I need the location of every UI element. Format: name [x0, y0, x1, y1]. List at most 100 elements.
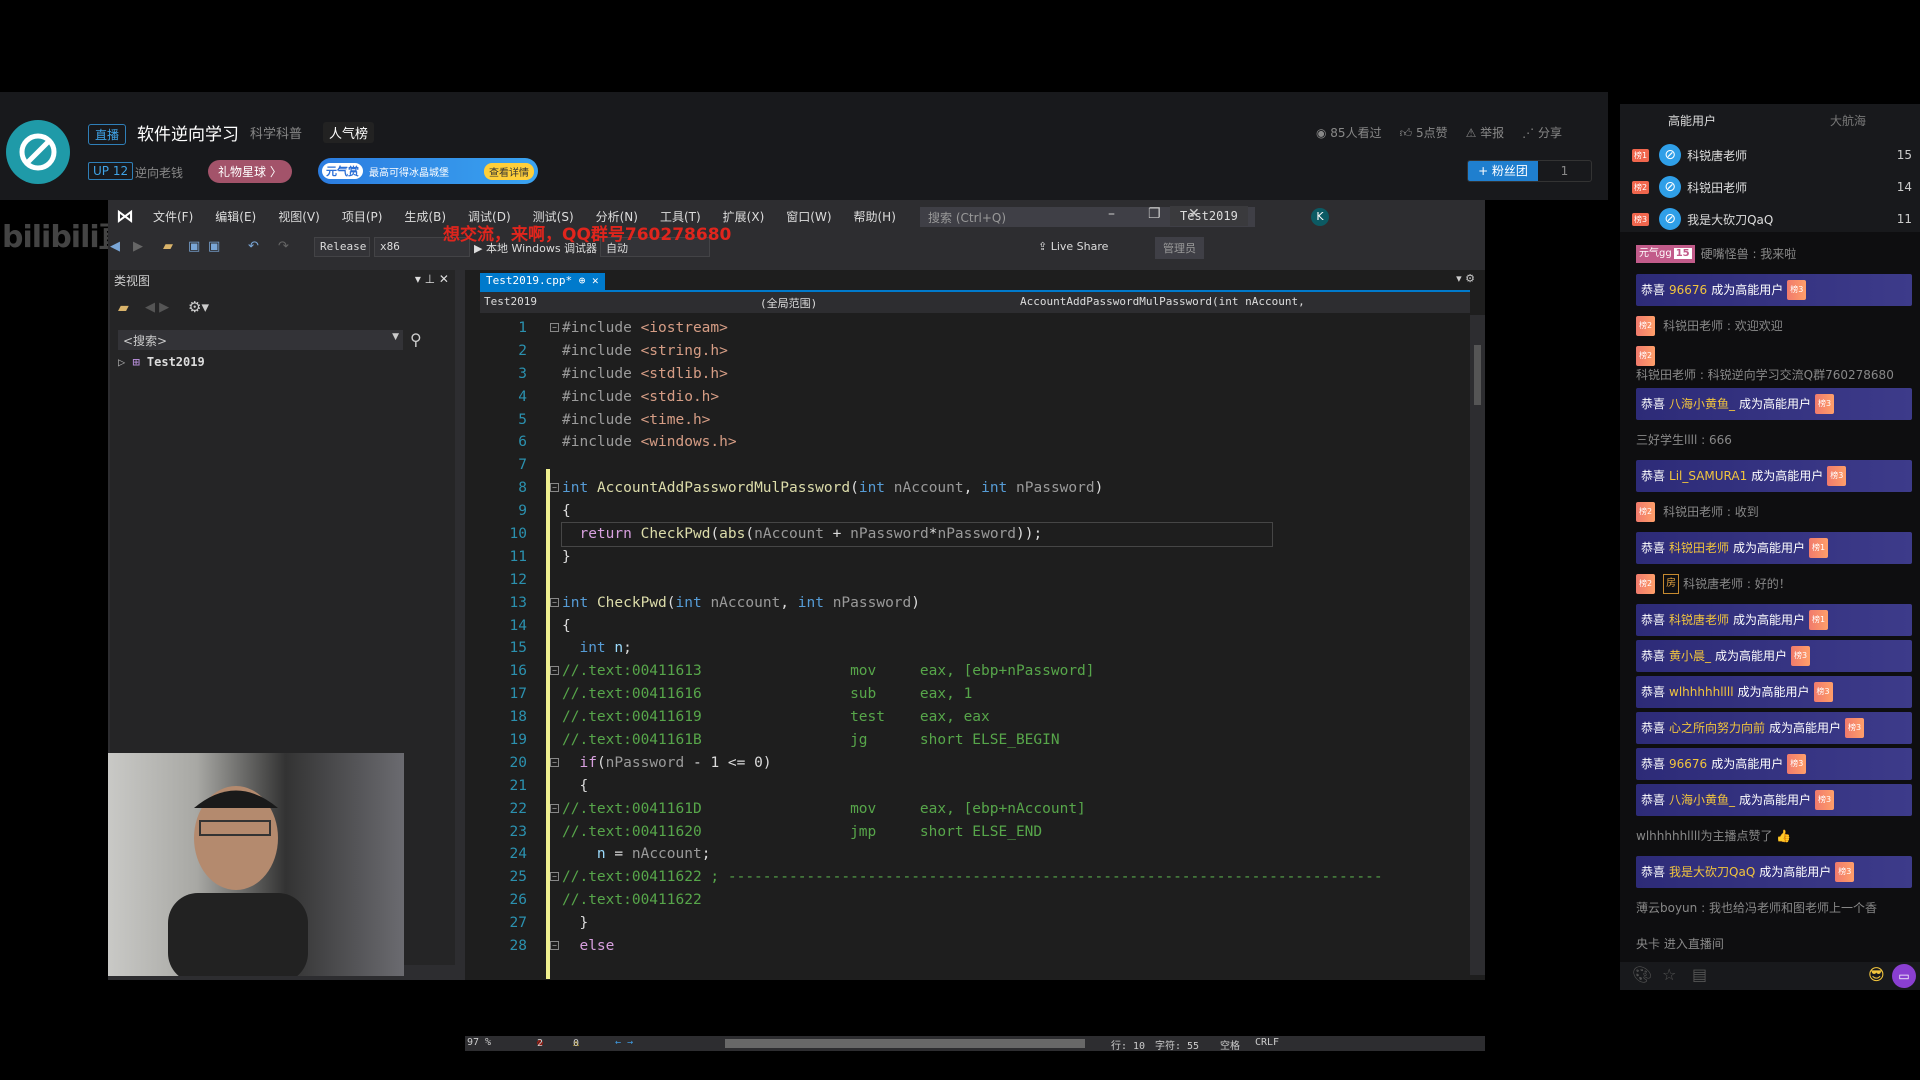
code-line[interactable]: 11} — [465, 546, 1470, 569]
rank-row[interactable]: 榜2 ⊘ 科锐田老师 14 — [1632, 174, 1912, 200]
banner-user[interactable]: 96676 — [1669, 755, 1707, 773]
nav-back-icon[interactable]: ◀︎ ▶︎ — [145, 300, 169, 315]
emoji-icon[interactable]: 😎 — [1868, 965, 1885, 984]
code-editor[interactable]: Test2019.cpp* ⊕ ✕ ▾ ⚙ Test2019 (全局范围) Ac… — [465, 270, 1485, 1052]
menu-item[interactable]: 项目(P) — [331, 208, 394, 225]
code-line[interactable]: 21 { — [465, 775, 1470, 798]
fold-toggle-icon[interactable]: − — [550, 941, 559, 951]
code-line[interactable]: 1 − #include <iostream> — [465, 317, 1470, 340]
code-line[interactable]: 20 − if(nPassword - 1 <= 0) — [465, 752, 1470, 775]
rank-row[interactable]: 榜3 ⊘ 我是大砍刀QaQ 11 — [1632, 206, 1912, 232]
streamer-avatar[interactable] — [6, 120, 70, 184]
star-icon[interactable]: ☆ — [1662, 965, 1676, 984]
code-line[interactable]: 6 #include <windows.h> — [465, 431, 1470, 454]
project-dropdown[interactable]: Test2019 — [484, 295, 537, 308]
code-line[interactable]: 22 −//.text:0041161D mov eax, [ebp+nAccou… — [465, 798, 1470, 821]
chat-bubble-icon[interactable]: ▭ — [1892, 964, 1916, 988]
code-line[interactable]: 3 #include <stdlib.h> — [465, 363, 1470, 386]
banner-user[interactable]: 心之所向努力向前 — [1669, 719, 1765, 737]
class-view-search-input[interactable]: <搜索> ▼ — [118, 330, 403, 350]
code-line[interactable]: 9{ — [465, 500, 1470, 523]
palette-icon[interactable]: 🎨︎ — [1632, 965, 1652, 984]
banner-user[interactable]: 八海小黄鱼_ — [1669, 791, 1735, 809]
expand-arrow-icon[interactable]: ▷ — [118, 355, 132, 369]
close-button[interactable]: ✕ — [1188, 206, 1200, 222]
report-button[interactable]: ⚠ 举报 — [1466, 124, 1505, 141]
code-line[interactable]: 28 − else — [465, 935, 1470, 958]
code-line[interactable]: 15 int n; — [465, 637, 1470, 660]
fold-toggle-icon[interactable]: − — [550, 803, 559, 813]
panel-controls[interactable]: ▾ ⊥ ✕ — [415, 272, 449, 286]
code-line[interactable]: 7 — [465, 454, 1470, 477]
banner-user[interactable]: 八海小黄鱼_ — [1669, 395, 1735, 413]
tab-options-icon[interactable]: ▾ ⚙ — [1456, 272, 1475, 285]
message-icon[interactable]: ▤ — [1692, 965, 1707, 984]
fold-toggle-icon[interactable]: − — [550, 597, 559, 607]
code-line[interactable]: 19 //.text:0041161B jg short ELSE_BEGIN — [465, 729, 1470, 752]
save-all-icon[interactable]: ▣ — [208, 239, 220, 254]
stream-category[interactable]: 科学科普 — [250, 123, 302, 142]
fan-club-label[interactable]: + 粉丝团 — [1468, 161, 1538, 181]
share-button[interactable]: ⋰ 分享 — [1522, 124, 1562, 141]
code-line[interactable]: 8− int AccountAddPasswordMulPassword(int … — [465, 477, 1470, 500]
fold-toggle-icon[interactable]: − — [550, 323, 559, 332]
code-line[interactable]: 14 { — [465, 615, 1470, 638]
code-line[interactable]: 10 return CheckPwd(abs(nAccount + nPassw… — [465, 522, 1470, 547]
banner-user[interactable]: Lil_SAMURA1 — [1669, 467, 1747, 485]
code-line[interactable]: 27 } — [465, 912, 1470, 935]
banner-user[interactable]: 科锐田老师 — [1669, 539, 1729, 557]
banner-user[interactable]: wlhhhhhllll — [1669, 683, 1734, 701]
code-line[interactable]: 17 //.text:00411616 sub eax, 1 — [465, 683, 1470, 706]
fold-toggle-icon[interactable]: − — [550, 666, 559, 676]
new-folder-icon[interactable]: ▰ — [118, 300, 129, 316]
gift-planet-button[interactable]: 礼物星球 〉 — [208, 160, 292, 183]
code-line[interactable]: 4 #include <stdio.h> — [465, 386, 1470, 409]
code-line[interactable]: 18 //.text:00411619 test eax, eax — [465, 706, 1470, 729]
code-line[interactable]: 25 −//.text:00411622 ; ------------------… — [465, 866, 1470, 889]
undo-icon[interactable]: ↶ — [248, 239, 259, 254]
live-share-button[interactable]: ⇪ Live Share — [1038, 240, 1108, 253]
tree-item-test2019[interactable]: ▷ ⊞ Test2019 — [118, 355, 205, 369]
fold-toggle-icon[interactable]: − — [550, 483, 559, 493]
nav-arrows-icon[interactable]: ← → — [615, 1037, 633, 1048]
forward-icon[interactable]: ▶︎ — [133, 239, 143, 254]
rank-row[interactable]: 榜1 ⊘ 科锐唐老师 15 — [1632, 142, 1912, 168]
vertical-scrollbar[interactable] — [1470, 315, 1485, 975]
settings-gear-icon[interactable]: ⚙▾ — [188, 298, 209, 316]
search-icon[interactable]: ⚲ — [410, 330, 422, 349]
horizontal-scrollbar[interactable] — [725, 1039, 1085, 1048]
open-folder-icon[interactable]: ▰ — [163, 239, 173, 254]
code-line[interactable]: 23 //.text:00411620 jmp short ELSE_END — [465, 821, 1470, 844]
save-icon[interactable]: ▣ — [188, 239, 200, 254]
banner-user[interactable]: 科锐唐老师 — [1669, 611, 1729, 629]
code-line[interactable]: 13− int CheckPwd(int nAccount, int nPassw… — [465, 592, 1470, 615]
like-button[interactable]: 👍︎ 5点赞 — [1400, 124, 1448, 141]
menu-item[interactable]: 编辑(E) — [204, 208, 267, 225]
redo-icon[interactable]: ↷ — [278, 239, 289, 254]
promo-banner[interactable]: 元气赏 最高可得冰晶城堡 查看详情 — [318, 158, 538, 184]
fan-club-button[interactable]: + 粉丝团 1 — [1467, 160, 1592, 182]
tab-test2019-cpp[interactable]: Test2019.cpp* ⊕ ✕ — [480, 273, 605, 290]
menu-item[interactable]: 窗口(W) — [775, 208, 842, 225]
back-icon[interactable]: ◀︎ — [110, 239, 120, 254]
member-dropdown[interactable]: AccountAddPasswordMulPassword(int nAccou… — [1020, 295, 1305, 308]
zoom-level[interactable]: 97 % — [467, 1037, 491, 1048]
tab-voyage[interactable]: 大航海 — [1830, 112, 1866, 129]
banner-user[interactable]: 黄小晨_ — [1669, 647, 1711, 665]
fold-toggle-icon[interactable]: − — [550, 872, 559, 882]
code-lines[interactable]: 1− #include <iostream> 2 #include <string.h… — [465, 317, 1470, 958]
code-line[interactable]: 16 −//.text:00411613 mov eax, [ebp+nPassw… — [465, 660, 1470, 683]
config-dropdown[interactable]: Release — [314, 237, 370, 257]
minimize-button[interactable]: – — [1108, 206, 1115, 222]
code-line[interactable]: 5 #include <time.h> — [465, 409, 1470, 432]
scope-dropdown[interactable]: (全局范围) — [760, 295, 817, 311]
code-line[interactable]: 24 n = nAccount; — [465, 843, 1470, 866]
tab-high-energy-users[interactable]: 高能用户 — [1668, 112, 1716, 129]
banner-user[interactable]: 我是大砍刀QaQ — [1669, 863, 1755, 881]
anchor-name[interactable]: 逆向老钱 — [135, 164, 183, 181]
code-line[interactable]: 12 — [465, 569, 1470, 592]
popularity-rank[interactable]: 人气榜 — [323, 122, 375, 143]
banner-user[interactable]: 96676 — [1669, 281, 1707, 299]
restore-button[interactable]: ❐ — [1148, 206, 1161, 222]
menu-item[interactable]: 视图(V) — [267, 208, 331, 225]
